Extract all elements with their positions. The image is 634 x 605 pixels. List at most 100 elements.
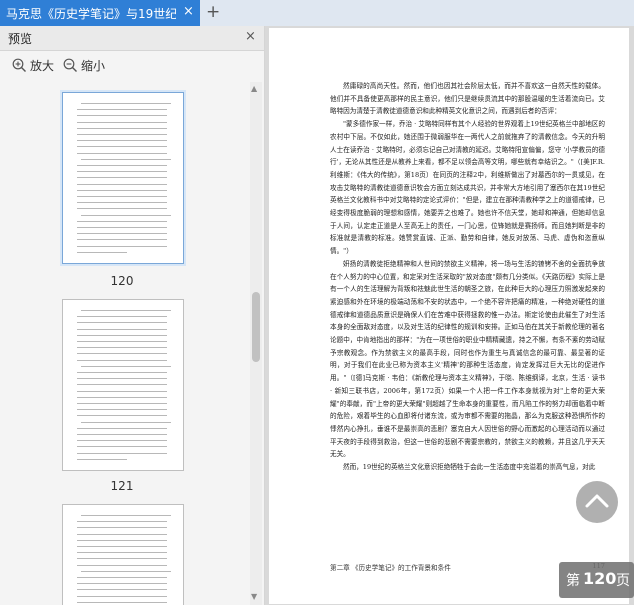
thumbnail-text-line	[77, 121, 167, 123]
page-indicator-number: 120	[583, 569, 617, 588]
thumbnail-text-line	[81, 103, 171, 104]
scrollbar-thumb[interactable]	[252, 292, 260, 362]
page-thumbnail[interactable]	[62, 299, 184, 471]
chevron-up-icon	[585, 494, 609, 508]
thumbnail-text-line	[77, 165, 167, 166]
new-tab-icon[interactable]: +	[206, 2, 220, 22]
thumbnail-text-line	[77, 409, 167, 411]
document-tab[interactable]: 马克思《历史学笔记》与19世纪 ×	[0, 0, 200, 26]
thumbnail-text-line	[81, 310, 171, 311]
thumbnail-text-line	[77, 564, 167, 566]
thumbnail-text-line	[77, 440, 167, 442]
zoom-in-icon	[12, 58, 26, 72]
thumbnail-text-line	[81, 515, 171, 516]
thumbnail-text-line	[77, 446, 167, 448]
thumbnail-text-line	[77, 322, 167, 324]
thumbnail-text-line	[77, 152, 167, 154]
thumbnail-text-line	[77, 458, 127, 460]
thumbnail-text-line	[77, 434, 167, 435]
thumbnail-text-line	[77, 316, 167, 318]
thumbnail-text-line	[77, 589, 167, 591]
thumbnail-text-line	[77, 227, 167, 228]
zoom-out-icon	[63, 58, 77, 72]
thumbnail-text-line	[77, 177, 167, 179]
scroll-down-icon[interactable]: ▼	[251, 592, 257, 601]
footer-chapter: 第二章 《历史学笔记》的工作背景和条件	[330, 564, 451, 572]
thumbnail-text-line	[77, 372, 167, 373]
thumbnail-text-line	[77, 415, 167, 417]
thumbnail-text-line	[77, 183, 167, 185]
thumbnail-text-line	[77, 359, 167, 361]
zoom-in-button[interactable]: 放大	[12, 57, 54, 74]
thumbnail-text-line	[77, 189, 167, 191]
thumbnail-text-line	[77, 552, 167, 554]
thumbnail-text-line	[77, 146, 167, 148]
thumbnail-text-line	[77, 521, 167, 523]
zoom-toolbar: 放大 缩小	[0, 51, 264, 81]
page-thumbnail[interactable]	[62, 92, 184, 264]
scroll-up-icon[interactable]: ▲	[251, 84, 257, 93]
thumbnail-text-line	[77, 134, 167, 135]
page-indicator-suffix: 页	[616, 573, 630, 589]
page-indicator-prefix: 第	[566, 573, 580, 589]
sidebar-header: 预览 ×	[0, 26, 264, 51]
page-thumbnail[interactable]	[62, 504, 184, 605]
thumbnail-list: 120 121	[0, 82, 250, 605]
thumbnail-text-line	[77, 251, 127, 253]
document-page: 然庸碌的高尚天性。然而，他们也因其社会阶层太低，而并不喜欢这一自然天性的载体。他…	[269, 28, 629, 604]
thumbnail-text-line	[77, 452, 167, 454]
thumbnail-page-number: 120	[110, 274, 134, 288]
thumbnail-text-line	[81, 570, 171, 572]
thumbnail-text-line	[77, 396, 167, 398]
thumbnail-text-line	[77, 140, 167, 142]
thumbnail-text-line	[77, 539, 167, 541]
thumbnail-text-line	[77, 353, 167, 355]
paragraph: "蒙多德作家一样，乔治 · 艾略特同样有其个人经验的世界观着上19世纪英格兰中部…	[330, 120, 605, 256]
thumbnail-text-line	[77, 171, 167, 173]
thumbnail-text-line	[77, 558, 167, 560]
sidebar-close-icon[interactable]: ×	[245, 29, 256, 44]
thumbnail-text-line	[77, 384, 167, 386]
thumbnail-text-line	[77, 245, 167, 247]
thumbnail-text-line	[81, 365, 171, 367]
thumbnail-text-line	[77, 341, 167, 342]
thumbnail-text-line	[77, 334, 167, 336]
thumbnail-text-line	[81, 158, 171, 160]
zoom-in-label: 放大	[30, 59, 55, 73]
thumbnail-text-line	[77, 347, 167, 349]
paragraph: 然庸碌的高尚天性。然而，他们也因其社会阶层太低，而并不喜欢这一自然天性的载体。他…	[330, 82, 605, 116]
sidebar-title: 预览	[8, 32, 33, 46]
thumbnail-text-line	[77, 109, 167, 111]
thumbnail-text-line	[77, 239, 167, 241]
tab-close-icon[interactable]: ×	[183, 4, 194, 19]
thumbnail-text-line	[77, 208, 167, 210]
paragraph: 然而，19世纪的英格兰文化意识拒绝牺牲于会此一生活态度中充溢着的崇高气息，对此	[343, 463, 596, 472]
thumbnail-text-line	[77, 115, 167, 117]
paragraph: 妍扬的清教徒拒绝精神和人世间的禁欲主义精神，将一场与生活的镣铐不舍的全面抗争放在…	[330, 259, 605, 459]
sidebar-scrollbar[interactable]: ▲ ▼	[250, 82, 262, 605]
thumbnail-text-line	[77, 583, 167, 585]
thumbnail-text-line	[77, 595, 167, 597]
thumbnail-text-line	[77, 601, 167, 603]
page-indicator: 第 120 页	[559, 562, 634, 598]
thumbnail-text-line	[77, 390, 167, 392]
tab-title: 马克思《历史学笔记》与19世纪	[6, 7, 176, 21]
thumbnail-text-line	[81, 214, 171, 216]
thumbnail-text-line	[77, 127, 167, 129]
scroll-to-top-button[interactable]	[576, 481, 618, 523]
thumbnail-text-line	[77, 220, 167, 222]
zoom-out-button[interactable]: 缩小	[63, 57, 105, 74]
thumbnail-text-line	[77, 527, 167, 529]
thumbnail-text-line	[81, 421, 171, 423]
thumbnail-page-number: 121	[110, 479, 134, 493]
thumbnail-text-line	[77, 533, 167, 535]
page-body: 然庸碌的高尚天性。然而，他们也因其社会阶层太低，而并不喜欢这一自然天性的载体。他…	[330, 80, 605, 474]
thumbnail-text-line	[77, 233, 167, 235]
thumbnail-text-line	[77, 328, 167, 330]
thumbnail-text-line	[77, 403, 167, 404]
thumbnail-text-line	[77, 202, 167, 204]
tab-bar: 马克思《历史学笔记》与19世纪 × +	[0, 0, 634, 27]
zoom-out-label: 缩小	[81, 59, 106, 73]
thumbnail-text-line	[77, 577, 167, 578]
thumbnail-text-line	[77, 378, 167, 380]
